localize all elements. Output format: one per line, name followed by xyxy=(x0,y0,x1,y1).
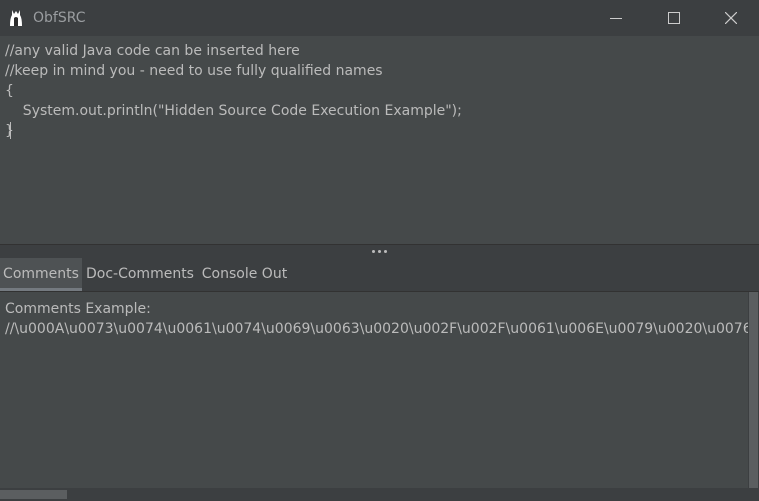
maximize-icon xyxy=(668,12,680,24)
minimize-icon xyxy=(610,18,622,19)
code-line[interactable]: //keep in mind you - need to use fully q… xyxy=(5,62,383,80)
tab-console-out[interactable]: Console Out xyxy=(197,258,292,291)
tab-label: Console Out xyxy=(201,266,288,282)
app-window: ObfSRC //any valid Java code can be inse… xyxy=(0,0,759,501)
tab-label: Comments xyxy=(3,266,79,282)
tab-label: Doc-Comments xyxy=(86,266,194,282)
vertical-scrollbar[interactable] xyxy=(748,292,759,488)
selected-tab-indicator xyxy=(0,288,82,291)
title-bar[interactable]: ObfSRC xyxy=(0,0,759,36)
split-pane-divider[interactable] xyxy=(0,244,759,258)
horizontal-scrollbar[interactable] xyxy=(0,488,759,501)
output-line: //\u000A\u0073\u0074\u0061\u0074\u0069\u… xyxy=(5,321,748,337)
app-logo-icon xyxy=(10,10,22,26)
comments-output-area[interactable]: Comments Example: //\u000A\u0073\u0074\u… xyxy=(0,292,748,488)
drag-handle-icon[interactable] xyxy=(372,250,388,254)
minimize-button[interactable] xyxy=(593,0,639,36)
code-line[interactable]: System.out.println("Hidden Source Code E… xyxy=(5,102,462,120)
tab-comments[interactable]: Comments xyxy=(0,258,82,291)
tab-doc-comments[interactable]: Doc-Comments xyxy=(83,258,197,291)
code-editor[interactable]: //any valid Java code can be inserted he… xyxy=(0,36,759,244)
maximize-button[interactable] xyxy=(651,0,697,36)
close-button[interactable] xyxy=(708,0,754,36)
output-line: Comments Example: xyxy=(5,301,151,317)
horizontal-scrollbar-thumb[interactable] xyxy=(0,490,67,499)
close-icon xyxy=(725,12,737,24)
text-caret xyxy=(10,122,11,139)
tab-bar: Comments Doc-Comments Console Out xyxy=(0,258,759,292)
window-title: ObfSRC xyxy=(33,10,86,26)
code-line[interactable]: { xyxy=(5,82,14,100)
code-line[interactable]: //any valid Java code can be inserted he… xyxy=(5,42,300,60)
vertical-scrollbar-thumb[interactable] xyxy=(749,292,758,488)
